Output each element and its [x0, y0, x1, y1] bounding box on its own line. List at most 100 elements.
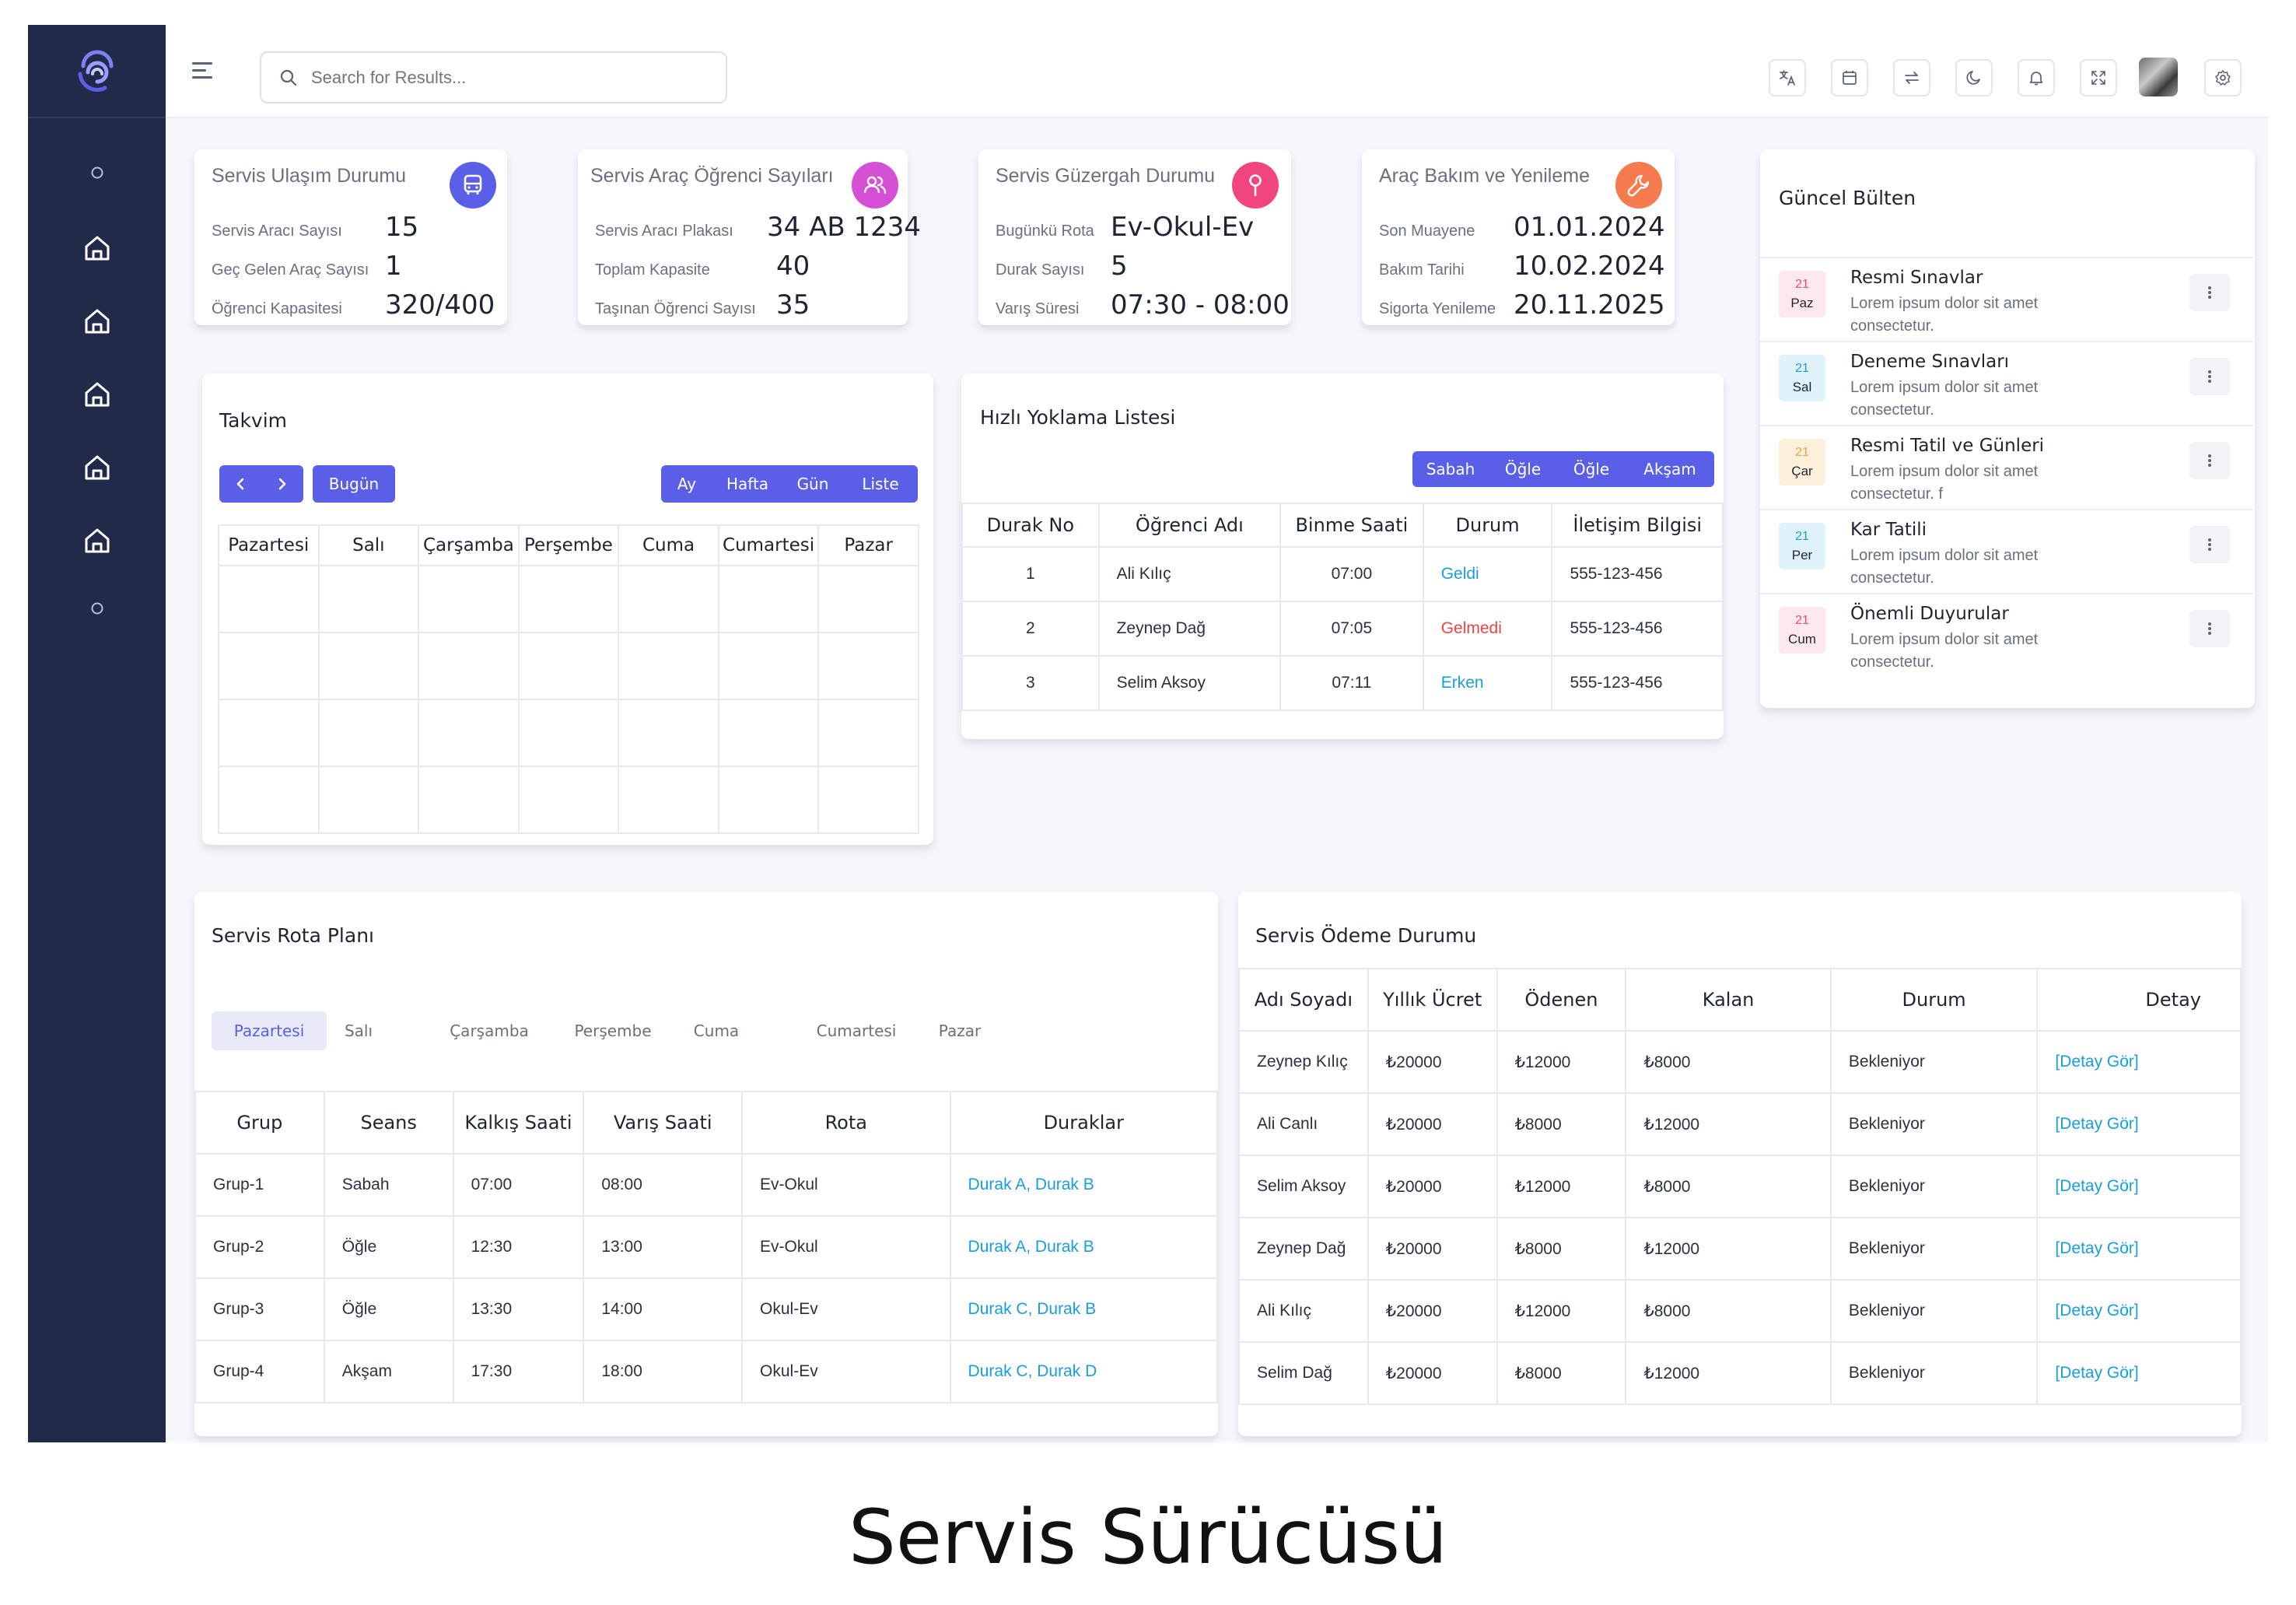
calendar-day-cell[interactable] — [517, 632, 620, 700]
route-cell-route: Okul-Ev — [741, 1340, 951, 1403]
more-options-button[interactable] — [2189, 442, 2230, 479]
sidebar-item-home-5[interactable] — [28, 521, 166, 560]
stat-card-title: Servis Güzergah Durumu — [996, 165, 1216, 187]
filter-ogle-2[interactable]: Öğle — [1557, 451, 1626, 487]
circle-icon — [91, 166, 103, 179]
stat-label: Bakım Tarihi — [1379, 261, 1465, 279]
calendar-day-cell[interactable] — [717, 632, 820, 700]
bulletin-weekday: Cum — [1788, 632, 1816, 647]
calendar-button[interactable] — [1831, 59, 1868, 96]
calendar-day-cell[interactable] — [618, 699, 719, 767]
filter-ogle-1[interactable]: Öğle — [1489, 451, 1557, 487]
more-options-button[interactable] — [2189, 358, 2230, 395]
payment-cell-detail[interactable]: [Detay Gör] — [2036, 1030, 2242, 1094]
route-cell-stops[interactable]: Durak A, Durak B — [949, 1215, 1219, 1279]
prev-button[interactable] — [219, 465, 261, 503]
calendar-day-cell[interactable] — [618, 632, 719, 700]
payment-cell-detail[interactable]: [Detay Gör] — [2036, 1092, 2242, 1156]
filter-sabah[interactable]: Sabah — [1412, 451, 1489, 487]
calendar-day-cell[interactable] — [218, 565, 320, 633]
calendar-day-cell[interactable] — [317, 565, 420, 633]
more-options-button[interactable] — [2189, 526, 2230, 563]
calendar-day-cell[interactable] — [418, 565, 520, 633]
route-day-tab[interactable]: Cumartesi — [806, 1011, 907, 1050]
payment-cell-detail[interactable]: [Detay Gör] — [2036, 1155, 2242, 1218]
payment-cell-fee: ₺20000 — [1367, 1155, 1498, 1218]
calendar-day-cell[interactable] — [218, 766, 320, 834]
more-options-button[interactable] — [2189, 610, 2230, 647]
sidebar-item-home-4[interactable] — [28, 448, 166, 487]
today-button[interactable]: Bugün — [313, 465, 395, 503]
search-input[interactable] — [311, 67, 700, 88]
payment-cell-left: ₺12000 — [1625, 1217, 1832, 1281]
calendar-day-cell[interactable] — [717, 766, 820, 834]
route-cell-dep: 12:30 — [452, 1215, 585, 1279]
calendar-day-cell[interactable] — [317, 766, 420, 834]
calendar-day-cell[interactable] — [218, 699, 320, 767]
calendar-day-cell[interactable] — [418, 699, 520, 767]
bulletin-item[interactable]: 21 Çar Resmi Tatil ve Günleri Lorem ipsum d… — [1760, 425, 2253, 509]
calendar-day-cell[interactable] — [418, 632, 520, 700]
bulletin-item[interactable]: 21 Sal Deneme Sınavları Lorem ipsum dolor s… — [1760, 341, 2253, 425]
sidebar-item-home-3[interactable] — [28, 375, 166, 414]
route-day-tab[interactable]: Çarşamba — [446, 1011, 532, 1050]
attendance-status[interactable]: Gelmedi — [1422, 601, 1553, 657]
calendar-day-cell[interactable] — [618, 766, 719, 834]
route-day-tab[interactable]: Pazar — [929, 1011, 991, 1050]
filter-aksam[interactable]: Akşam — [1626, 451, 1714, 487]
home-icon — [85, 382, 109, 407]
switch-button[interactable] — [1893, 59, 1930, 96]
calendar-day-cell[interactable] — [218, 632, 320, 700]
payment-cell-detail[interactable]: [Detay Gör] — [2036, 1279, 2242, 1343]
calendar-day-cell[interactable] — [618, 565, 719, 633]
calendar-day-cell[interactable] — [517, 699, 620, 767]
sidebar-item-home-1[interactable] — [28, 229, 166, 268]
calendar-day-cell[interactable] — [517, 565, 620, 633]
stat-label: Servis Aracı Sayısı — [212, 223, 342, 240]
route-day-tab[interactable]: Salı — [331, 1011, 386, 1050]
route-cell-stops[interactable]: Durak C, Durak D — [949, 1340, 1219, 1403]
payment-cell-detail[interactable]: [Detay Gör] — [2036, 1217, 2242, 1281]
calendar-day-cell[interactable] — [517, 766, 620, 834]
menu-toggle-button[interactable] — [192, 62, 212, 81]
route-day-tab[interactable]: Cuma — [681, 1011, 751, 1050]
calendar-day-cell[interactable] — [817, 565, 919, 633]
calendar-day-cell[interactable] — [317, 632, 420, 700]
moon-icon — [1966, 71, 1980, 85]
view-list-button[interactable]: Liste — [843, 465, 918, 503]
bulletin-item[interactable]: 21 Per Kar Tatili Lorem ipsum dolor sit ame… — [1760, 509, 2253, 593]
calendar-day-cell[interactable] — [317, 699, 420, 767]
bulletin-item[interactable]: 21 Paz Resmi Sınavlar Lorem ipsum dolor sit… — [1760, 257, 2253, 341]
attendance-status[interactable]: Geldi — [1422, 546, 1553, 602]
settings-button[interactable] — [2204, 59, 2242, 96]
sidebar-dot-bottom[interactable] — [28, 594, 166, 622]
calendar-day-cell[interactable] — [817, 766, 919, 834]
fullscreen-button[interactable] — [2080, 59, 2117, 96]
calendar-day-cell[interactable] — [717, 699, 820, 767]
user-avatar[interactable] — [2139, 58, 2178, 96]
brand-logo[interactable] — [28, 25, 166, 118]
route-day-tab[interactable]: Pazartesi — [212, 1011, 327, 1050]
view-month-button[interactable]: Ay — [661, 465, 712, 503]
sidebar-dot-top[interactable] — [28, 159, 166, 187]
translate-button[interactable] — [1769, 59, 1806, 96]
sidebar-item-home-2[interactable] — [28, 302, 166, 341]
route-cell-stops[interactable]: Durak A, Durak B — [949, 1153, 1219, 1217]
view-week-button[interactable]: Hafta — [712, 465, 782, 503]
next-button[interactable] — [261, 465, 303, 503]
calendar-week-row — [218, 632, 919, 700]
bulletin-item[interactable]: 21 Cum Önemli Duyurular Lorem ipsum dolor s… — [1760, 593, 2253, 677]
calendar-day-cell[interactable] — [817, 699, 919, 767]
route-day-tab[interactable]: Perşembe — [566, 1011, 660, 1050]
caption-title: Servis Sürücüsü — [848, 1494, 1448, 1581]
view-day-button[interactable]: Gün — [782, 465, 843, 503]
more-options-button[interactable] — [2189, 274, 2230, 311]
calendar-day-cell[interactable] — [717, 565, 820, 633]
notifications-button[interactable] — [2018, 59, 2055, 96]
dark-mode-button[interactable] — [1955, 59, 1993, 96]
calendar-day-cell[interactable] — [817, 632, 919, 700]
route-cell-stops[interactable]: Durak C, Durak B — [949, 1277, 1219, 1341]
calendar-day-cell[interactable] — [418, 766, 520, 834]
attendance-status[interactable]: Erken — [1422, 655, 1553, 711]
payment-cell-detail[interactable]: [Detay Gör] — [2036, 1341, 2242, 1405]
